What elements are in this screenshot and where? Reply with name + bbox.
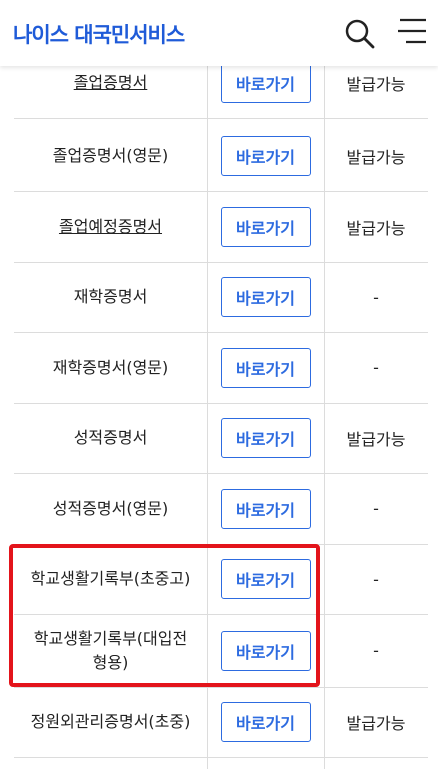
go-button[interactable]: 바로가기 (220, 418, 311, 458)
document-name-cell: 재학증명서 (14, 262, 207, 332)
table-row: 재학증명서(영문) 바로가기 - (0, 332, 438, 403)
status-cell: 발급가능 (324, 403, 428, 473)
status-cell: 발급가능 (324, 687, 428, 757)
document-name-link[interactable]: 졸업예정증명서 (59, 215, 162, 239)
document-name-cell: 성적증명서 (14, 403, 207, 473)
action-cell: 바로가기 (207, 473, 324, 544)
issue-status: - (373, 499, 379, 518)
go-button[interactable]: 바로가기 (220, 347, 311, 388)
row-divider (14, 118, 428, 119)
highlight-box (9, 544, 320, 687)
document-name-cell: 재학증명서(영문) (14, 332, 207, 403)
go-button[interactable]: 바로가기 (220, 488, 311, 529)
document-name-cell: 졸업예정증명서 (14, 191, 207, 262)
app-header: 나이스 대국민서비스 (0, 0, 438, 66)
go-button[interactable]: 바로가기 (220, 135, 311, 176)
action-cell: 바로가기 (207, 191, 324, 262)
go-button[interactable]: 바로가기 (220, 206, 311, 247)
document-name-cell: 성적증명서(영문) (14, 473, 207, 544)
go-button[interactable]: 바로가기 (220, 702, 311, 742)
go-button[interactable]: 바로가기 (220, 63, 311, 103)
document-name: 성적증명서(영문) (52, 498, 169, 518)
document-name: 정원외관리증명서(초중) (30, 712, 191, 731)
status-cell: - (324, 332, 428, 403)
table-row: 졸업증명서(영문) 바로가기 발급가능 (0, 120, 438, 191)
table-row: 성적증명서 바로가기 발급가능 (0, 403, 438, 473)
search-icon[interactable] (344, 18, 376, 50)
document-name: 재학증명서 (73, 287, 148, 306)
issue-status: 발급가능 (346, 147, 406, 167)
action-cell: 바로가기 (207, 120, 324, 191)
action-cell: 바로가기 (207, 403, 324, 473)
action-cell: 바로가기 (207, 332, 324, 403)
document-name-cell: 졸업증명서(영문) (14, 120, 207, 191)
table-row: 성적증명서(영문) 바로가기 - (0, 473, 438, 544)
issue-status: 발급가능 (346, 218, 406, 238)
table-row: 재학증명서 바로가기 - (0, 262, 438, 332)
status-cell: - (324, 544, 428, 614)
document-name-cell: 정원외관리증명서(초중) (14, 687, 207, 757)
status-cell: - (324, 262, 428, 332)
issue-status: 발급가능 (346, 75, 406, 94)
issue-status: - (373, 569, 379, 589)
hamburger-menu-icon[interactable] (396, 16, 428, 46)
issue-status: 발급가능 (346, 430, 406, 449)
table-row: 정원외관리증명서(초중) 바로가기 발급가능 (0, 687, 438, 757)
document-name-link[interactable]: 졸업증명서 (74, 71, 148, 95)
status-cell: 발급가능 (324, 120, 428, 191)
status-cell: 발급가능 (324, 191, 428, 262)
site-logo[interactable]: 나이스 대국민서비스 (13, 19, 185, 49)
document-name: 졸업증명서(영문) (52, 145, 169, 165)
issue-status: - (373, 641, 379, 660)
document-name: 재학증명서(영문) (52, 357, 169, 377)
status-cell: - (324, 614, 428, 687)
go-button[interactable]: 바로가기 (220, 277, 311, 317)
status-cell: - (324, 473, 428, 544)
row-divider (14, 757, 428, 758)
document-name: 성적증명서 (73, 428, 148, 447)
issue-status: - (373, 358, 379, 377)
issue-status: - (373, 287, 379, 307)
issue-status: 발급가능 (346, 714, 406, 733)
action-cell: 바로가기 (207, 262, 324, 332)
action-cell: 바로가기 (207, 687, 324, 757)
table-row: 졸업예정증명서 바로가기 발급가능 (0, 191, 438, 262)
